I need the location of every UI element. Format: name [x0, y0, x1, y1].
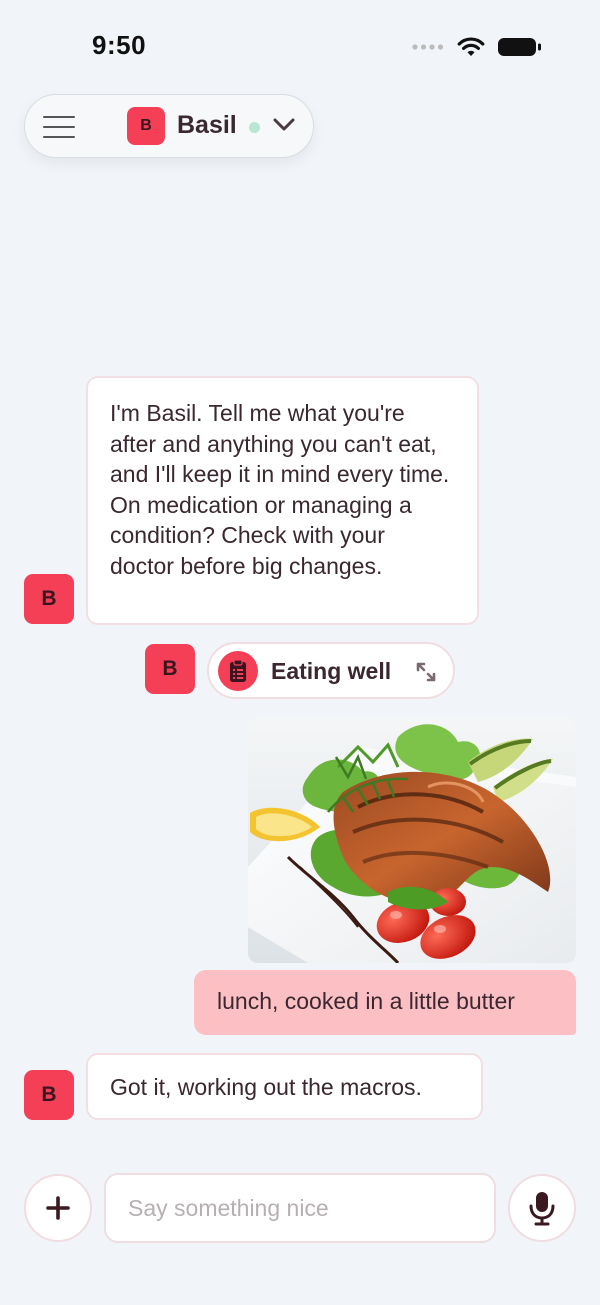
message-input[interactable]: [104, 1173, 496, 1243]
expand-icon[interactable]: [415, 661, 437, 683]
online-status-dot: [249, 122, 260, 133]
assistant-avatar: B: [24, 574, 74, 624]
status-bar: 9:50: [0, 0, 600, 90]
status-time: 9:50: [92, 30, 147, 60]
tool-chip-eating-well[interactable]: Eating well: [207, 642, 455, 699]
meal-photo[interactable]: [248, 717, 576, 963]
mic-button[interactable]: [508, 1174, 576, 1242]
assistant-message: I'm Basil. Tell me what you're after and…: [86, 376, 479, 625]
wifi-icon: [457, 37, 485, 56]
user-message: lunch, cooked in a little butter: [194, 970, 576, 1035]
message-text: Got it, working out the macros.: [110, 1074, 422, 1100]
battery-icon: [498, 38, 541, 56]
status-icons: [412, 36, 542, 58]
menu-icon[interactable]: [43, 113, 79, 141]
clipboard-icon: [218, 651, 258, 691]
assistant-switcher[interactable]: B Basil: [24, 94, 314, 158]
assistant-avatar: B: [145, 644, 195, 694]
message-text: I'm Basil. Tell me what you're after and…: [110, 400, 450, 579]
header-avatar: B: [127, 107, 165, 145]
microphone-icon: [529, 1192, 555, 1226]
signal-icon: [412, 44, 444, 50]
add-button[interactable]: [24, 1174, 92, 1242]
assistant-message: Got it, working out the macros.: [86, 1053, 483, 1120]
message-text: lunch, cooked in a little butter: [217, 988, 515, 1014]
plus-icon: [46, 1196, 70, 1220]
avatar-letter: B: [127, 107, 165, 145]
assistant-avatar: B: [24, 1070, 74, 1120]
chevron-down-icon[interactable]: [273, 117, 295, 133]
assistant-name: Basil: [177, 111, 237, 139]
tool-chip-label: Eating well: [271, 658, 392, 684]
